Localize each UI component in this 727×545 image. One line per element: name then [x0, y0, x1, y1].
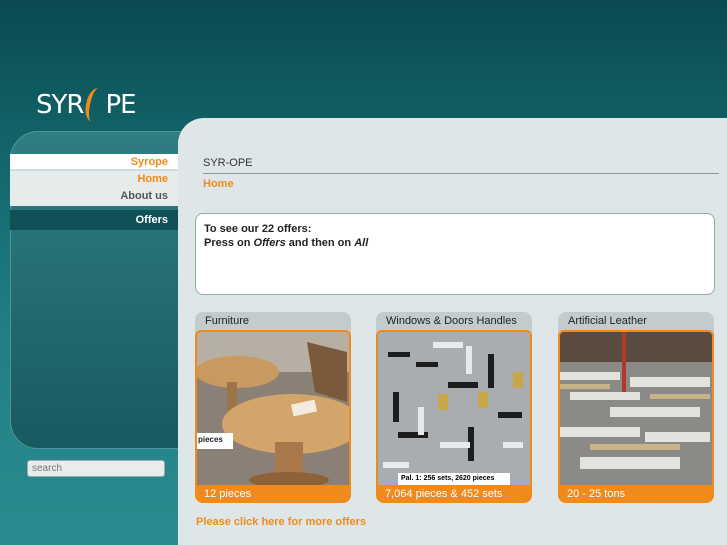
card-title: Windows & Doors Handles: [386, 315, 517, 327]
notice-all-word: All: [354, 237, 369, 249]
furniture-photo-label: pieces: [197, 433, 233, 449]
furniture-photo[interactable]: pieces: [195, 330, 351, 485]
search-input[interactable]: [27, 460, 165, 477]
offers-notice: To see our 22 offers: Press on Offers an…: [195, 213, 715, 295]
card-title: Furniture: [205, 315, 250, 327]
sidebar-nav: Syrope Home About us Offers: [10, 154, 178, 230]
breadcrumb[interactable]: Home: [203, 178, 234, 190]
offer-card-furniture[interactable]: Furniture pieces 12 pieces: [195, 312, 351, 503]
notice-line-2: Press on Offers and then on All: [204, 236, 706, 250]
card-caption: 20 - 25 tons: [558, 485, 714, 503]
card-caption: 7,064 pieces & 452 sets: [376, 485, 532, 503]
site-logo[interactable]: SYR PE: [36, 86, 137, 124]
nav-item-offers[interactable]: Offers: [10, 210, 178, 230]
notice-then-on: and then on: [285, 237, 355, 249]
logo-text-left: SYR: [36, 90, 84, 120]
card-caption: 12 pieces: [195, 485, 351, 503]
logo-ring-icon: [83, 86, 108, 124]
handles-photo-label: Pal. 1: 256 sets, 2620 pieces: [398, 473, 510, 485]
card-title: Artificial Leather: [568, 315, 647, 327]
page-title: SYR-OPE: [203, 157, 719, 174]
offer-card-handles[interactable]: Windows & Doors Handles Pal. 1: 256 sets…: [376, 312, 532, 503]
logo-text-right: PE: [105, 90, 136, 120]
nav-section-syrope[interactable]: Syrope: [10, 154, 178, 171]
nav-item-about[interactable]: About us: [10, 188, 178, 206]
notice-offers-word: Offers: [253, 237, 286, 249]
more-offers-link[interactable]: Please click here for more offers: [196, 516, 366, 528]
notice-press-on: Press on: [204, 237, 254, 249]
offer-card-leather[interactable]: Artificial Leather 20 - 25 tons: [558, 312, 714, 503]
leather-photo[interactable]: [558, 330, 714, 485]
notice-line-1: To see our 22 offers:: [204, 223, 312, 235]
nav-item-home[interactable]: Home: [10, 171, 178, 188]
handles-photo[interactable]: Pal. 1: 256 sets, 2620 pieces: [376, 330, 532, 485]
